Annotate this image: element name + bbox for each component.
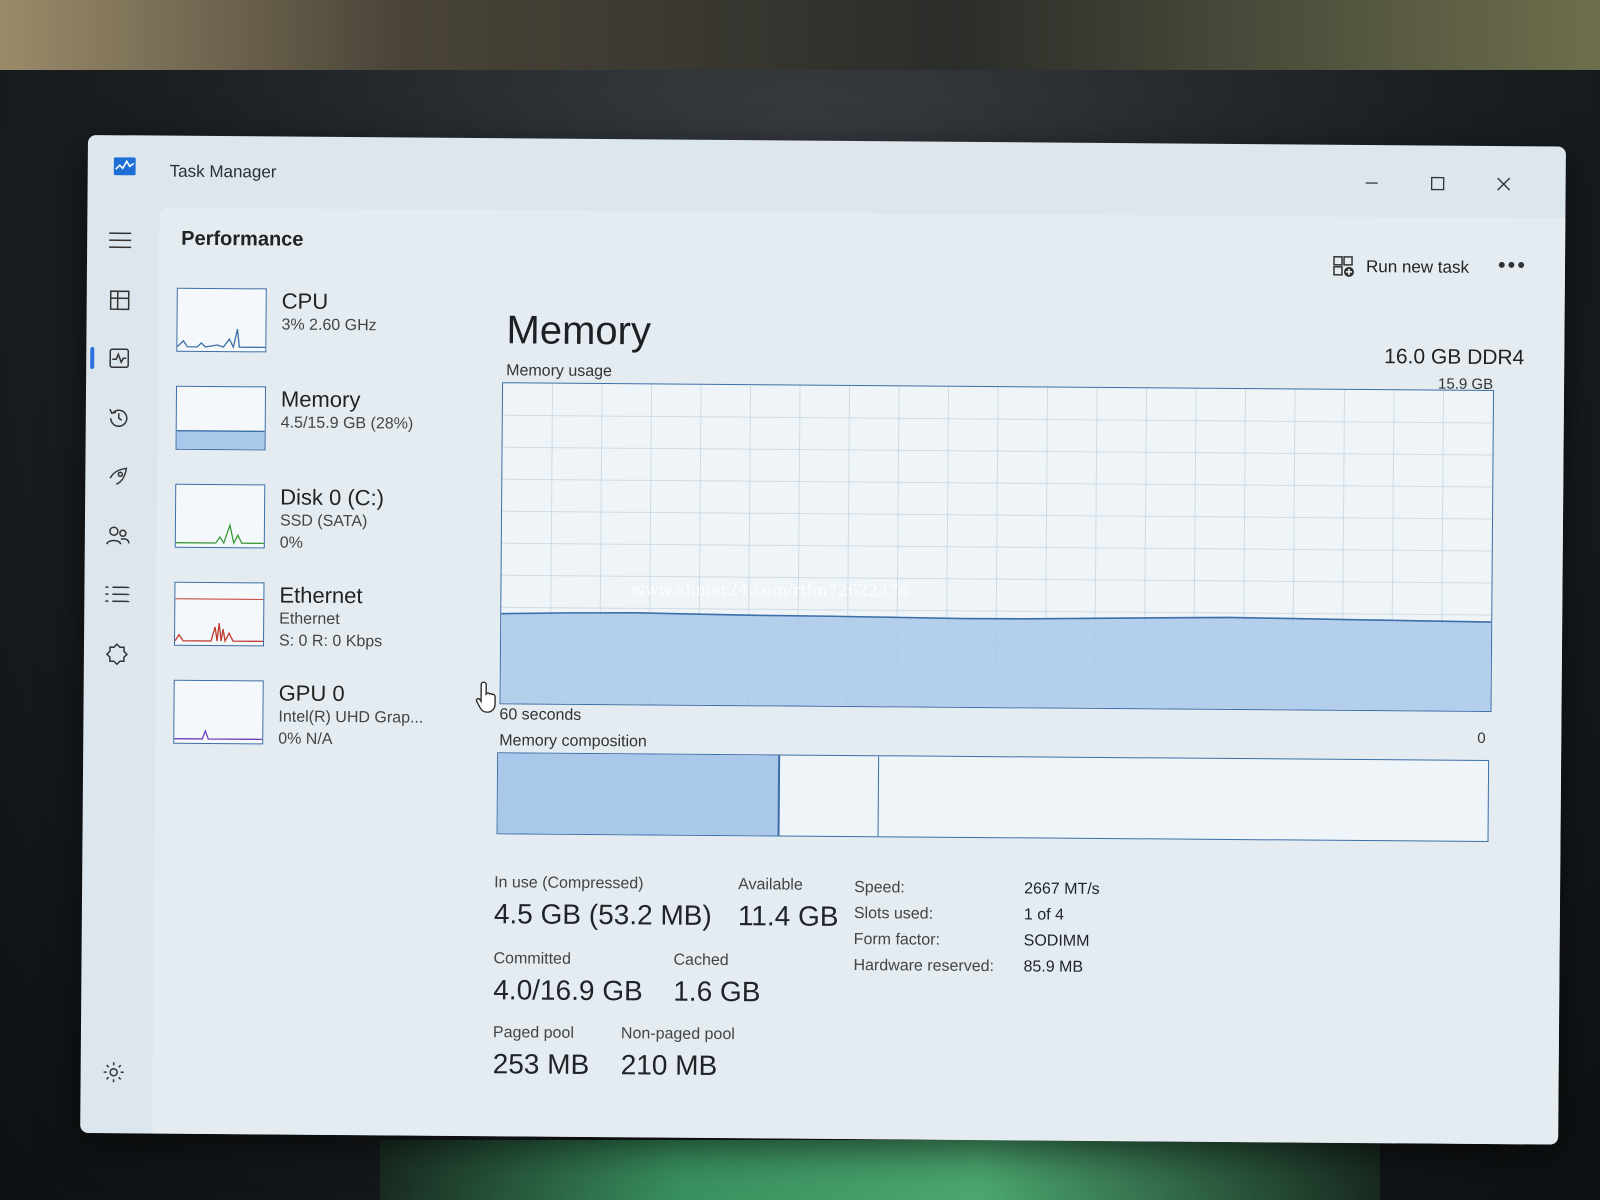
- more-options-button[interactable]: •••: [1498, 252, 1527, 278]
- photo-backdrop-bottom: [380, 1140, 1380, 1200]
- graph-zero-label: 0: [1477, 729, 1486, 747]
- slots-key: Slots used:: [853, 905, 934, 923]
- memory-usage-label: Memory usage: [506, 362, 613, 381]
- close-button[interactable]: [1482, 166, 1526, 202]
- device-name: CPU: [281, 288, 329, 314]
- device-name: Ethernet: [279, 582, 363, 609]
- memory-thumbnail-graph: [175, 385, 267, 451]
- app-history-icon[interactable]: [104, 403, 134, 433]
- in-use-label: In use (Compressed): [494, 874, 644, 893]
- performance-icon[interactable]: [104, 343, 134, 373]
- device-detail: SSD (SATA): [279, 512, 368, 531]
- device-detail: Intel(R) UHD Grap...: [278, 708, 424, 727]
- non-paged-pool-value: 210 MB: [620, 1049, 718, 1081]
- photo-backdrop-top: [0, 0, 1600, 70]
- device-name: GPU 0: [278, 680, 345, 707]
- window-title: Task Manager: [169, 161, 277, 182]
- hand-cursor-icon: [475, 680, 501, 721]
- title-bar: Task Manager: [87, 135, 1566, 217]
- device-name: Memory: [280, 386, 361, 413]
- memory-spec: 16.0 GB DDR4: [1384, 345, 1525, 370]
- composition-in-use: [497, 753, 781, 836]
- disk-thumbnail-graph: [174, 483, 266, 549]
- device-gpu[interactable]: GPU 0 Intel(R) UHD Grap... 0% N/A: [173, 679, 474, 780]
- composition-cached: [777, 755, 879, 837]
- cached-label: Cached: [673, 951, 729, 970]
- ethernet-thumbnail-graph: [173, 581, 265, 647]
- sidebar-nav: [80, 205, 159, 1134]
- speed-key: Speed:: [854, 879, 905, 897]
- run-new-task-button[interactable]: Run new task: [1332, 255, 1469, 280]
- cpu-thumbnail-graph: [176, 287, 267, 353]
- task-manager-window: Task Manager Performance Run new task ••…: [80, 135, 1566, 1145]
- device-ethernet[interactable]: Ethernet Ethernet S: 0 R: 0 Kbps: [173, 581, 475, 682]
- device-detail: Ethernet: [279, 610, 340, 628]
- device-detail-2: 0%: [279, 534, 303, 552]
- performance-content: Performance Run new task ••• CPU 3% 2.60…: [152, 207, 1566, 1145]
- memory-composition-bar: [496, 752, 1490, 843]
- cached-value: 1.6 GB: [673, 975, 761, 1008]
- hardware-reserved-key: Hardware reserved:: [853, 957, 995, 976]
- device-memory[interactable]: Memory 4.5/15.9 GB (28%): [175, 385, 476, 486]
- device-cpu[interactable]: CPU 3% 2.60 GHz: [176, 287, 477, 388]
- processes-icon[interactable]: [105, 285, 135, 315]
- page-title: Performance: [181, 227, 304, 251]
- device-detail-2: 0% N/A: [278, 730, 333, 748]
- in-use-value: 4.5 GB (53.2 MB): [493, 898, 712, 931]
- gpu-thumbnail-graph: [173, 679, 264, 745]
- services-icon[interactable]: [102, 639, 132, 669]
- minimize-button[interactable]: [1350, 165, 1394, 201]
- device-list: CPU 3% 2.60 GHz Memory 4.5/15.9 GB (28%)…: [173, 287, 496, 780]
- committed-label: Committed: [493, 950, 571, 968]
- paged-pool-label: Paged pool: [492, 1024, 574, 1042]
- form-factor-value: SODIMM: [1023, 932, 1090, 950]
- maximize-button[interactable]: [1416, 165, 1460, 201]
- form-factor-key: Form factor:: [853, 931, 941, 949]
- users-icon[interactable]: [103, 521, 133, 551]
- paged-pool-value: 253 MB: [492, 1048, 590, 1080]
- slots-value: 1 of 4: [1023, 906, 1065, 924]
- run-new-task-label: Run new task: [1365, 257, 1470, 277]
- memory-usage-graph: www.khmer24.com/rthn72622378: [499, 382, 1495, 713]
- device-name: Disk 0 (C:): [280, 484, 385, 511]
- hamburger-menu-icon[interactable]: [105, 225, 135, 255]
- active-nav-indicator: [90, 347, 95, 370]
- device-disk[interactable]: Disk 0 (C:) SSD (SATA) 0%: [174, 483, 475, 584]
- hardware-reserved-value: 85.9 MB: [1023, 958, 1084, 976]
- settings-gear-icon[interactable]: [99, 1057, 129, 1087]
- run-task-icon: [1333, 256, 1354, 277]
- speed-value: 2667 MT/s: [1024, 880, 1100, 898]
- device-detail: 3% 2.60 GHz: [281, 316, 377, 335]
- memory-usage-chart: [500, 383, 1493, 712]
- startup-apps-icon[interactable]: [103, 461, 133, 491]
- committed-value: 4.0/16.9 GB: [493, 974, 643, 1007]
- watermark-text: www.khmer24.com/rthn72622378: [631, 579, 909, 601]
- device-detail-2: S: 0 R: 0 Kbps: [278, 632, 383, 651]
- memory-title: Memory: [506, 308, 652, 354]
- non-paged-pool-label: Non-paged pool: [620, 1025, 735, 1044]
- time-span-label: 60 seconds: [499, 706, 582, 724]
- available-value: 11.4 GB: [737, 900, 839, 932]
- details-icon[interactable]: [102, 579, 132, 609]
- task-manager-app-icon: [113, 157, 136, 176]
- available-label: Available: [738, 876, 803, 894]
- device-detail: 4.5/15.9 GB (28%): [280, 414, 414, 433]
- memory-composition-label: Memory composition: [499, 732, 647, 751]
